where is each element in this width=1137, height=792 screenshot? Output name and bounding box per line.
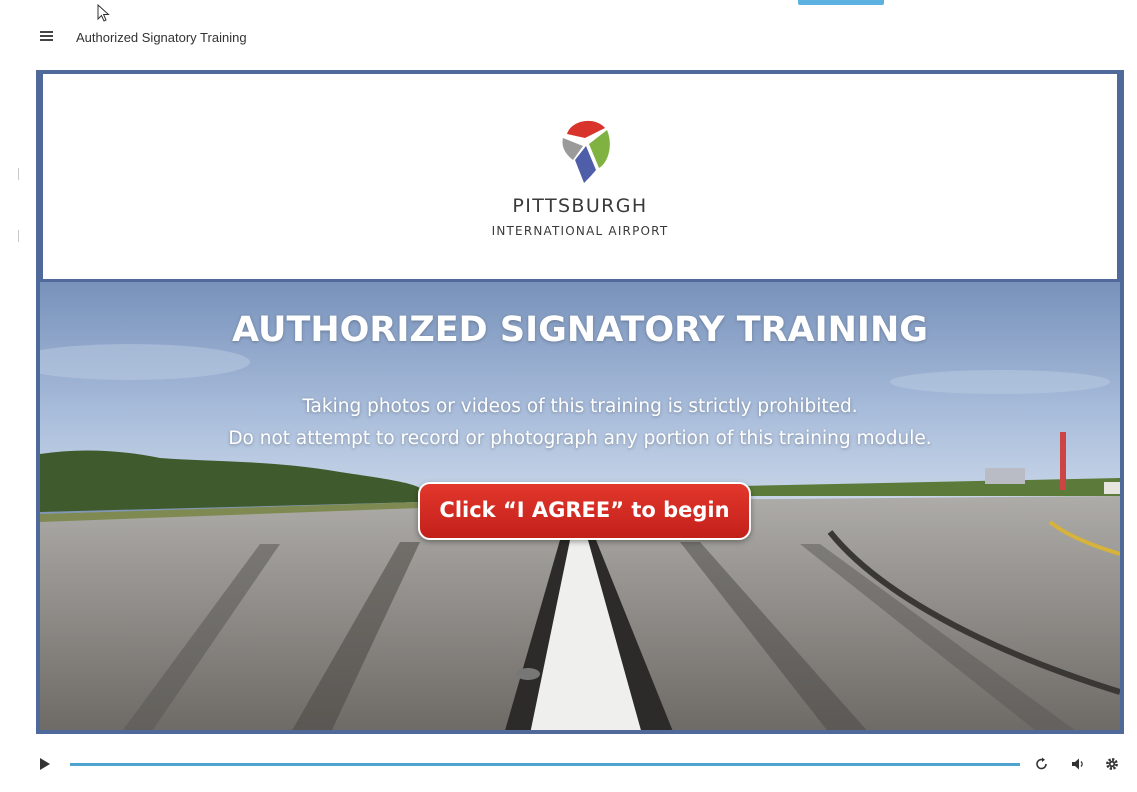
play-icon[interactable] xyxy=(40,758,50,770)
logo-wordmark: PITTSBURGH xyxy=(512,195,648,217)
edge-divider xyxy=(18,230,19,242)
airport-logo-icon xyxy=(562,120,610,183)
edge-divider xyxy=(18,168,19,180)
app-title: Authorized Signatory Training xyxy=(76,30,247,45)
progress-bar[interactable] xyxy=(70,763,1020,766)
logo-banner: PITTSBURGH INTERNATIONAL AIRPORT xyxy=(40,74,1120,282)
replay-icon[interactable] xyxy=(1034,756,1050,772)
logo-subtitle: INTERNATIONAL AIRPORT xyxy=(491,224,669,238)
progress-fill xyxy=(70,763,1020,766)
player-controls xyxy=(36,748,1124,784)
notice-line-1: Taking photos or videos of this training… xyxy=(302,396,858,417)
app-header: Authorized Signatory Training xyxy=(0,0,1137,62)
slide-headline: AUTHORIZED SIGNATORY TRAINING xyxy=(232,310,928,350)
slide-player: PITTSBURGH INTERNATIONAL AIRPORT AUTHORI… xyxy=(36,70,1124,734)
notice-line-2: Do not attempt to record or photograph a… xyxy=(228,428,932,449)
i-agree-button[interactable]: Click “I AGREE” to begin xyxy=(418,482,751,540)
settings-gear-icon[interactable] xyxy=(1104,756,1120,772)
volume-icon[interactable] xyxy=(1070,756,1086,772)
hamburger-menu-icon[interactable] xyxy=(40,31,56,43)
